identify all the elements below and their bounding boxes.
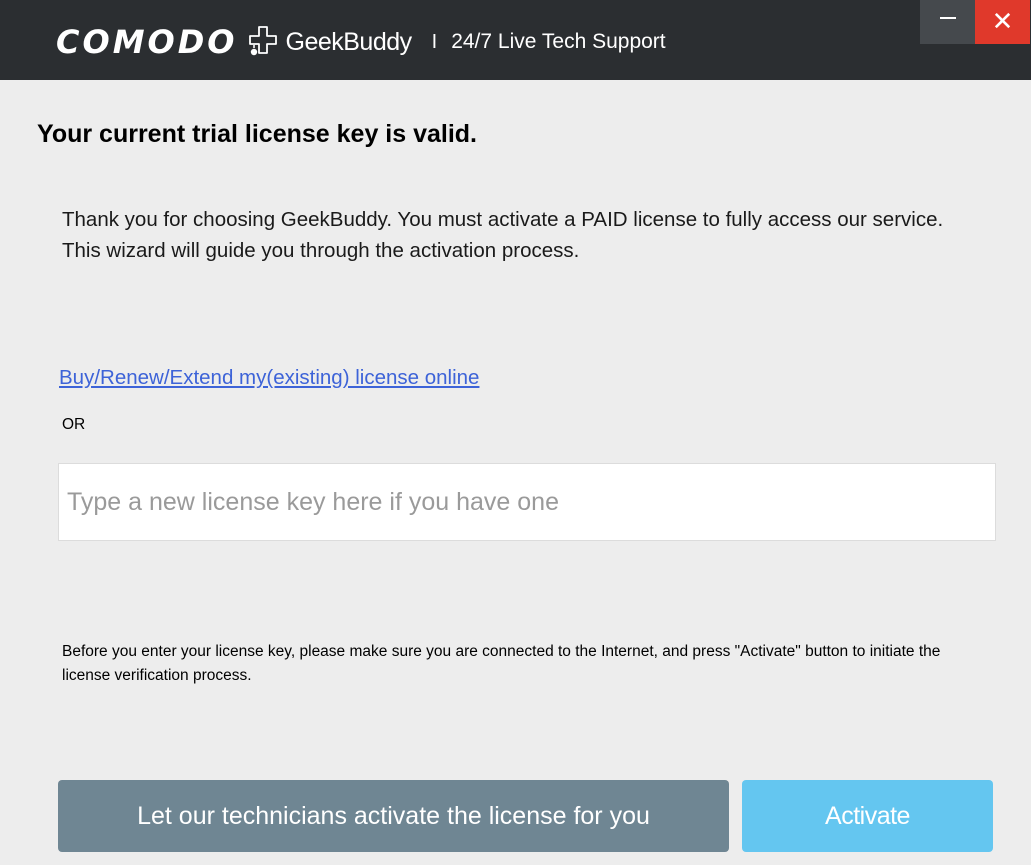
minimize-icon (939, 17, 956, 19)
activate-button[interactable]: Activate (742, 780, 993, 852)
buy-renew-license-link[interactable]: Buy/Renew/Extend my(existing) license on… (59, 366, 479, 390)
geekbuddy-logo-icon (248, 26, 277, 56)
geekbuddy-brand: GeekBuddy (285, 27, 413, 56)
title-bar: COMODO GeekBuddy I 24/7 Live Tech Suppor… (0, 0, 1031, 80)
page-title: Your current trial license key is valid. (37, 120, 478, 148)
brand-tagline: 24/7 Live Tech Support (451, 30, 666, 53)
connection-notice: Before you enter your license key, pleas… (62, 643, 941, 684)
technicians-activate-button[interactable]: Let our technicians activate the license… (58, 780, 729, 852)
close-icon: ✕ (991, 7, 1014, 37)
minimize-button[interactable] (920, 0, 975, 44)
brand: COMODO GeekBuddy I 24/7 Live Tech Suppor… (56, 20, 666, 64)
license-activation-window: COMODO GeekBuddy I 24/7 Live Tech Suppor… (0, 0, 1031, 865)
close-button[interactable]: ✕ (975, 0, 1030, 44)
comodo-brand: COMODO (56, 23, 238, 61)
brand-separator: I (431, 30, 438, 53)
or-label: OR (62, 416, 86, 433)
license-key-input[interactable] (58, 463, 996, 541)
intro-text: Thank you for choosing GeekBuddy. You mu… (62, 208, 944, 262)
